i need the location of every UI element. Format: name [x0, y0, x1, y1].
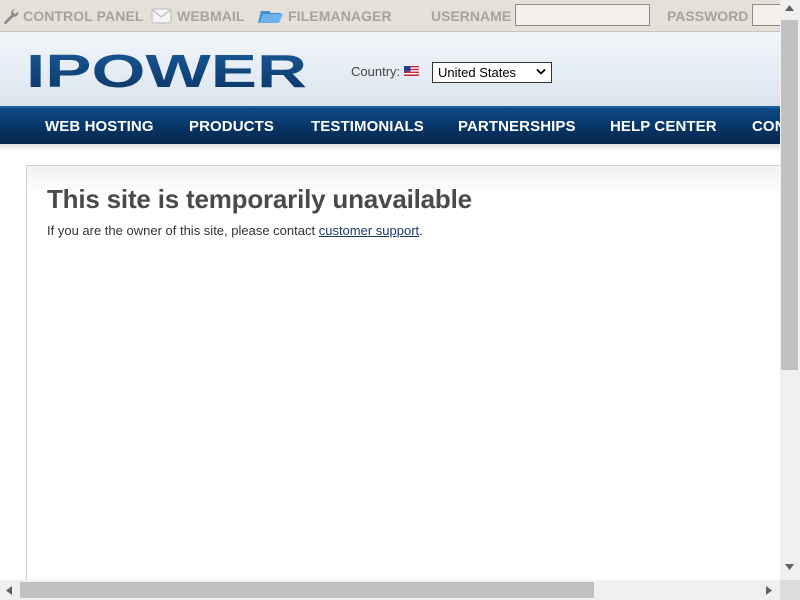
scroll-down-arrow-icon[interactable]: [784, 563, 795, 571]
control-panel-link[interactable]: CONTROL PANEL: [2, 0, 144, 31]
nav-web-hosting[interactable]: WEB HOSTING: [45, 108, 154, 144]
logo-text: IPOWER: [26, 50, 307, 90]
nav-help-center[interactable]: HELP CENTER: [610, 108, 717, 144]
username-label: USERNAME: [431, 7, 512, 24]
webmail-label: WEBMAIL: [177, 7, 245, 24]
folder-icon: [258, 10, 283, 23]
ipower-logo[interactable]: IPOWER: [26, 50, 308, 90]
wrench-icon: [4, 8, 19, 24]
scroll-left-arrow-icon[interactable]: [5, 585, 13, 596]
page-title: This site is temporarily unavailable: [47, 184, 472, 214]
horizontal-scroll-thumb[interactable]: [20, 582, 594, 598]
filemanager-label: FILEMANAGER: [288, 7, 392, 24]
message-text: If you are the owner of this site, pleas…: [47, 223, 319, 238]
webmail-link[interactable]: WEBMAIL: [150, 0, 245, 31]
chevron-down-icon: [536, 68, 546, 75]
scroll-up-arrow-icon[interactable]: [784, 4, 795, 12]
country-label: Country:: [351, 64, 401, 79]
site-header: IPOWER Country: United States: [0, 32, 780, 106]
envelope-icon: [151, 8, 172, 23]
username-input[interactable]: [515, 4, 650, 26]
us-flag-icon: [404, 66, 419, 76]
country-select-value: United States: [438, 65, 517, 80]
password-label: PASSWORD: [667, 7, 749, 24]
nav-testimonials[interactable]: TESTIMONIALS: [311, 108, 424, 144]
vertical-scroll-thumb[interactable]: [781, 20, 798, 370]
top-utility-bar: CONTROL PANEL WEBMAIL FILEMANAGER USERNA…: [0, 0, 792, 32]
customer-support-link[interactable]: customer support: [319, 223, 419, 238]
message-period: .: [419, 223, 423, 238]
filemanager-link[interactable]: FILEMANAGER: [257, 0, 392, 31]
main-nav: WEB HOSTING PRODUCTS TESTIMONIALS PARTNE…: [0, 106, 780, 144]
control-panel-label: CONTROL PANEL: [23, 7, 144, 24]
scrollbar-corner: [780, 580, 800, 600]
unavailable-message: If you are the owner of this site, pleas…: [47, 223, 423, 238]
nav-partnerships[interactable]: PARTNERSHIPS: [458, 108, 576, 144]
nav-products[interactable]: PRODUCTS: [189, 108, 274, 144]
country-select[interactable]: United States: [432, 62, 552, 83]
nav-shadow: [0, 144, 780, 152]
scroll-right-arrow-icon[interactable]: [765, 585, 773, 596]
nav-contact[interactable]: CON: [752, 108, 780, 144]
